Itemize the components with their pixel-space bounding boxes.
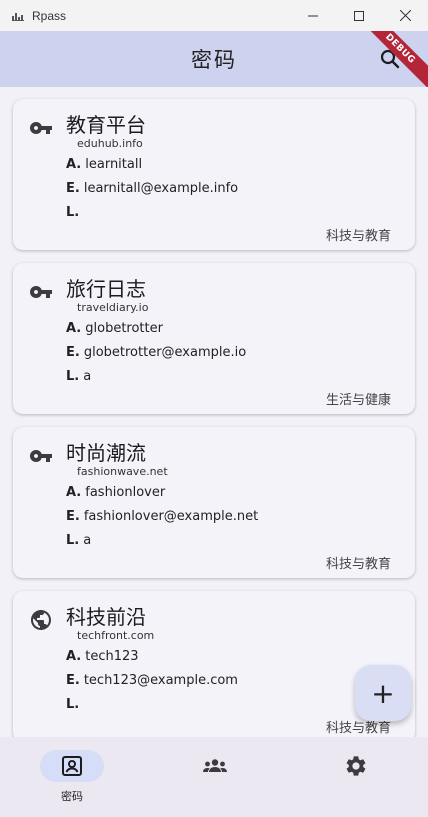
maximize-button[interactable] <box>336 0 382 31</box>
entry-email-row: E. tech123@example.com <box>66 673 238 688</box>
entry-email-row: E. fashionlover@example.net <box>66 509 258 524</box>
account-field-label: A. <box>66 321 82 336</box>
nav-label-passwords: 密码 <box>61 790 83 803</box>
key-icon <box>29 444 53 468</box>
email-field-label: E. <box>66 345 80 360</box>
add-icon: + <box>371 676 395 710</box>
window-title: Rpass <box>32 8 67 23</box>
account-field-label: A. <box>66 157 82 172</box>
window-titlebar: Rpass <box>0 0 428 31</box>
app-icon <box>12 11 24 21</box>
entry-login: a <box>83 369 92 384</box>
password-list[interactable]: 教育平台 eduhub.info A. learnitall E. learnita… <box>0 87 428 737</box>
entry-category: 生活与健康 <box>325 393 391 408</box>
entry-account: tech123 <box>85 649 139 664</box>
entry-email: learnitall@example.info <box>83 181 239 196</box>
entry-title: 教育平台 <box>66 113 146 137</box>
entry-title: 旅行日志 <box>66 277 146 301</box>
account-field-label: A. <box>66 485 82 500</box>
entry-email-row: E. learnitall@example.info <box>66 181 238 196</box>
globe-icon <box>29 608 53 632</box>
key-icon <box>29 116 53 140</box>
add-password-button[interactable]: + <box>355 665 411 721</box>
entry-login-row: L. a <box>66 369 91 384</box>
account-field-label: A. <box>66 649 82 664</box>
entry-email: globetrotter@example.io <box>83 345 247 360</box>
close-icon <box>399 10 411 21</box>
entry-account: globetrotter <box>85 321 163 336</box>
bottom-navigation: 密码 <box>0 737 428 817</box>
minimize-icon <box>308 15 318 16</box>
entry-account-row: A. learnitall <box>66 157 142 172</box>
password-card[interactable]: 教育平台 eduhub.info A. learnitall E. learnita… <box>13 99 415 250</box>
nav-item-groups[interactable] <box>143 737 285 817</box>
entry-title: 科技前沿 <box>66 605 146 629</box>
nav-item-settings[interactable] <box>286 737 428 817</box>
entry-domain: fashionwave.net <box>77 465 168 478</box>
entry-title: 时尚潮流 <box>66 441 146 465</box>
entry-login-row: L. <box>66 205 83 220</box>
groups-icon <box>202 754 228 778</box>
entry-category: 科技与教育 <box>325 557 391 572</box>
entry-account-row: A. tech123 <box>66 649 139 664</box>
entry-email: fashionlover@example.net <box>83 509 259 524</box>
key-icon <box>29 280 53 304</box>
app-bar: 密码 DEBUG <box>0 31 428 87</box>
entry-email: tech123@example.com <box>83 673 238 688</box>
entry-login-row: L. a <box>66 533 91 548</box>
entry-login-row: L. <box>66 697 83 712</box>
entry-account: fashionlover <box>85 485 166 500</box>
entry-email-row: E. globetrotter@example.io <box>66 345 246 360</box>
email-field-label: E. <box>66 181 80 196</box>
password-card[interactable]: 时尚潮流 fashionwave.net A. fashionlover E. fa… <box>13 427 415 578</box>
entry-domain: techfront.com <box>77 629 155 642</box>
password-card[interactable]: 旅行日志 traveldiary.io A. globetrotter E. glo… <box>13 263 415 414</box>
entry-category: 科技与教育 <box>325 229 391 244</box>
login-field-label: L. <box>66 369 80 384</box>
nav-item-passwords[interactable]: 密码 <box>0 737 142 817</box>
email-field-label: E. <box>66 509 80 524</box>
page-title: 密码 <box>191 48 237 72</box>
login-field-label: L. <box>66 533 80 548</box>
gear-icon <box>344 754 368 778</box>
close-window-button[interactable] <box>382 0 428 31</box>
entry-account: learnitall <box>85 157 143 172</box>
entry-domain: traveldiary.io <box>77 301 149 314</box>
login-field-label: L. <box>66 205 80 220</box>
entry-login: a <box>83 533 92 548</box>
maximize-icon <box>354 10 364 21</box>
minimize-button[interactable] <box>290 0 336 31</box>
entry-account-row: A. fashionlover <box>66 485 165 500</box>
contact-card-icon <box>60 754 84 778</box>
login-field-label: L. <box>66 697 80 712</box>
password-card[interactable]: 科技前沿 techfront.com A. tech123 E. tech123@e… <box>13 591 415 737</box>
email-field-label: E. <box>66 673 80 688</box>
entry-account-row: A. globetrotter <box>66 321 163 336</box>
entry-domain: eduhub.info <box>77 137 143 150</box>
